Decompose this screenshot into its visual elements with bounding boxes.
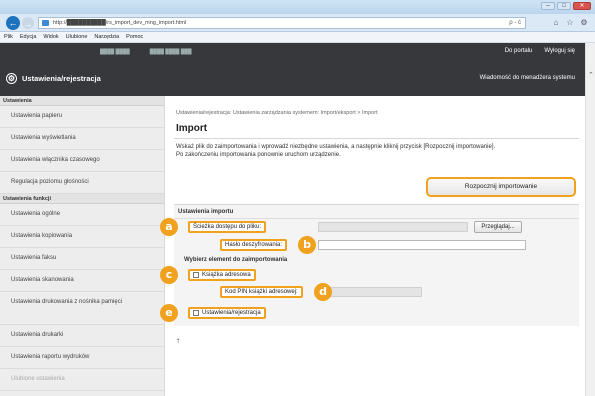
favorites-star-icon[interactable]: ☆	[565, 18, 575, 28]
file-path-label-text: Ścieżka dostępu do pliku:	[193, 224, 262, 230]
brand: ⚙ Ustawienia/rejestracja	[6, 73, 101, 84]
address-pin-label: Kod PIN książki adresowej:	[220, 286, 303, 298]
sidebar-item-favorites[interactable]: Ulubione ustawienia	[0, 369, 164, 391]
sidebar-item-display[interactable]: Ustawienia wyświetlania	[0, 128, 164, 150]
instructions-line-1: Wskaż plik do zaimportowania i wprowadź …	[176, 144, 496, 150]
sidebar-item-volume[interactable]: Regulacja poziomu głośności	[0, 172, 164, 194]
breadcrumb: Ustawienia/rejestracja: Ustawienia zarzą…	[176, 110, 378, 116]
address-url: http://██████████/rs_import_dev_mng_impo…	[53, 20, 187, 26]
menu-tools[interactable]: Narzędzia	[94, 32, 119, 42]
sidebar-item-printer[interactable]: Ustawienia drukarki	[0, 325, 164, 347]
browser-titlebar: – □ ✕	[0, 0, 595, 14]
back-button[interactable]: ←	[6, 16, 20, 30]
import-settings-title: Ustawienia importu	[178, 209, 234, 215]
divider	[174, 138, 579, 139]
callout-badge-e: e	[160, 304, 178, 322]
header-info-right: ████ ████ ███	[149, 49, 192, 55]
browser-address-row: ← → http://██████████/rs_import_dev_mng_…	[0, 14, 595, 32]
brand-title: Ustawienia/rejestracja	[22, 74, 101, 83]
import-settings-section: Ustawienia importu Ścieżka dostępu do pl…	[160, 204, 579, 326]
address-pin-label-text: Kod PIN książki adresowej:	[225, 289, 298, 295]
select-items-title: Wybierz element do zaimportowania	[184, 257, 288, 263]
close-button[interactable]: ✕	[573, 2, 591, 10]
back-to-top-icon[interactable]: ↑	[176, 336, 180, 345]
forward-button[interactable]: →	[22, 17, 34, 29]
sidebar-item-general[interactable]: Ustawienia ogólne	[0, 204, 164, 226]
menu-edit[interactable]: Edycja	[20, 32, 37, 42]
settings-gear-icon[interactable]: ⚙	[579, 18, 589, 28]
scroll-up-icon[interactable]: ⌃	[588, 71, 594, 79]
sidebar-item-scan[interactable]: Ustawienia skanowania	[0, 270, 164, 292]
settings-label: Ustawienia/rejestracja	[202, 310, 261, 316]
header-info-left: ████ ████	[100, 49, 130, 55]
menu-view[interactable]: Widok	[43, 32, 58, 42]
menu-file[interactable]: Plik	[4, 32, 13, 42]
menu-help[interactable]: Pomoc	[126, 32, 143, 42]
settings-checkbox[interactable]: Ustawienia/rejestracja	[188, 307, 266, 319]
settings-icon: ⚙	[6, 73, 17, 84]
file-path-label: Ścieżka dostępu do pliku:	[188, 221, 267, 233]
message-to-admin-link[interactable]: Wiadomość do menadżera systemu	[480, 75, 575, 81]
address-book-checkbox[interactable]: Książka adresowa	[188, 269, 256, 281]
address-pin-input[interactable]	[318, 287, 422, 297]
instructions-line-2: Po zakończeniu importowania ponownie uru…	[176, 152, 341, 158]
sidebar-item-timer[interactable]: Ustawienia włącznika czasowego	[0, 150, 164, 172]
menu-favorites[interactable]: Ulubione	[66, 32, 88, 42]
address-book-checkbox-box[interactable]	[193, 272, 199, 278]
sidebar-section-functions: Ustawienia funkcji	[0, 194, 164, 204]
address-bar[interactable]: http://██████████/rs_import_dev_mng_impo…	[38, 17, 526, 29]
sidebar: Ustawienia Ustawienia papieru Ustawienia…	[0, 96, 165, 396]
sidebar-section-settings: Ustawienia	[0, 96, 164, 106]
main-content: Ustawienia/rejestracja: Ustawienia zarzą…	[160, 96, 579, 396]
callout-badge-c: c	[160, 266, 178, 284]
callout-badge-d: d	[314, 283, 332, 301]
maximize-button[interactable]: □	[557, 2, 571, 10]
sidebar-item-report[interactable]: Ustawienia raportu wydruków	[0, 347, 164, 369]
page-scrollbar[interactable]: ⌃	[585, 43, 595, 396]
password-label: Hasło deszyfrowania:	[220, 239, 288, 251]
start-import-button[interactable]: Rozpocznij importowanie	[426, 177, 576, 197]
home-icon[interactable]: ⌂	[551, 18, 561, 28]
portal-link[interactable]: Do portalu	[505, 48, 533, 54]
sidebar-item-paper[interactable]: Ustawienia papieru	[0, 106, 164, 128]
page-title: Import	[176, 123, 208, 134]
callout-badge-b: b	[298, 236, 316, 254]
sidebar-item-copy[interactable]: Ustawienia kopiowania	[0, 226, 164, 248]
divider	[174, 218, 579, 219]
callout-badge-a: a	[160, 218, 178, 236]
address-tools[interactable]: ρ - ć	[509, 18, 521, 28]
browse-button[interactable]: Przeglądaj...	[474, 221, 522, 233]
file-path-input[interactable]	[318, 222, 468, 232]
logout-link[interactable]: Wyloguj się	[544, 48, 575, 54]
sidebar-item-memory-print[interactable]: Ustawienia drukowania z nośnika pamięci	[0, 292, 164, 325]
settings-checkbox-box[interactable]	[193, 310, 199, 316]
favicon-icon	[42, 20, 49, 26]
browser-menubar: Plik Edycja Widok Ulubione Narzędzia Pom…	[0, 32, 595, 43]
sidebar-item-fax[interactable]: Ustawienia faksu	[0, 248, 164, 270]
decryption-password-input[interactable]	[318, 240, 526, 250]
window-buttons: – □ ✕	[541, 2, 591, 10]
page-header: ████ ████ ████ ████ ███ Do portalu Wylog…	[0, 43, 585, 96]
header-links: Do portalu Wyloguj się	[505, 48, 575, 54]
toolbar-icons: ⌂ ☆ ⚙	[551, 18, 589, 28]
password-label-text: Hasło deszyfrowania:	[225, 242, 283, 248]
header-info: ████ ████ ████ ████ ███	[100, 49, 191, 55]
minimize-button[interactable]: –	[541, 2, 555, 10]
address-book-label: Książka adresowa	[202, 272, 251, 278]
instructions: Wskaż plik do zaimportowania i wprowadź …	[176, 143, 576, 159]
